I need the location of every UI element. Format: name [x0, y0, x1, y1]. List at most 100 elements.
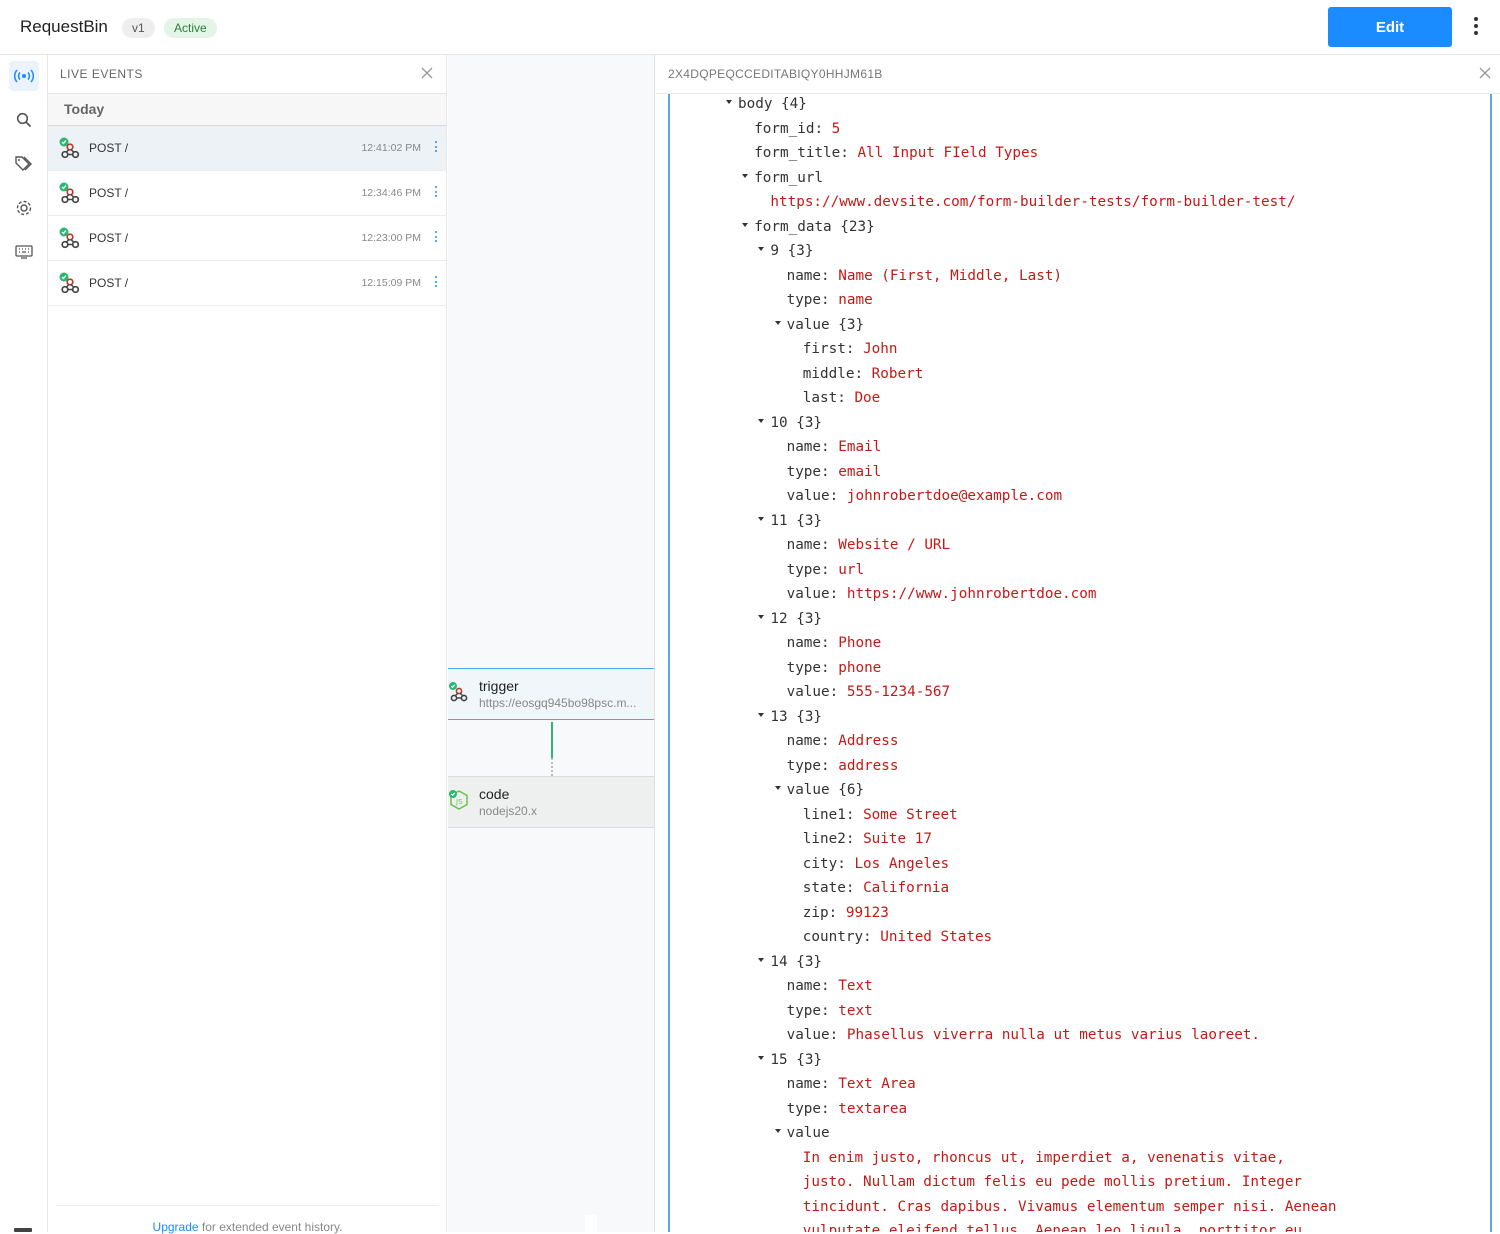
json-value: name	[838, 292, 873, 308]
json-line: last: Doe	[803, 386, 880, 410]
more-options-icon[interactable]	[1466, 14, 1486, 40]
more-options-icon[interactable]	[434, 141, 438, 155]
json-key: middle:	[802, 365, 872, 382]
node-connector	[551, 722, 553, 758]
tags-icon[interactable]	[9, 149, 39, 179]
json-node-toggle[interactable]: 9 {3}	[758, 239, 813, 263]
code-runtime: nodejs20.x	[479, 804, 538, 818]
json-key: name:	[786, 635, 839, 651]
event-row[interactable]: POST / 12:23:00 PM	[48, 216, 446, 261]
trigger-node[interactable]: trigger https://eosgq945bo98psc.m...	[448, 668, 654, 720]
detail-header: 2X4DQPEQCCEDITABIQY0HHJM61B	[656, 55, 1500, 94]
json-line: form_title: All Input FIeld Types	[754, 141, 1038, 165]
more-options-icon[interactable]	[434, 276, 438, 290]
caret-down-icon[interactable]	[726, 100, 732, 104]
caret-down-icon[interactable]	[758, 247, 765, 251]
json-value: California	[863, 880, 950, 896]
json-value: United States	[880, 929, 993, 945]
json-node-toggle[interactable]: 11 {3}	[758, 509, 822, 533]
json-value: Robert	[871, 365, 924, 382]
json-line: type: url	[787, 558, 864, 582]
webhook-icon	[448, 681, 470, 703]
more-options-icon[interactable]	[434, 186, 438, 200]
json-key: name:	[786, 1076, 839, 1092]
event-label: POST /	[89, 141, 129, 155]
json-key: name:	[786, 267, 839, 284]
json-node-toggle[interactable]: 13 {3}	[758, 705, 822, 729]
caret-down-icon[interactable]	[758, 516, 765, 521]
event-row[interactable]: POST / 12:41:02 PM	[48, 126, 446, 171]
json-line: name: Email	[787, 435, 882, 459]
search-icon[interactable]	[9, 105, 39, 135]
event-row[interactable]: POST / 12:34:46 PM	[48, 171, 446, 216]
keyboard-icon[interactable]	[9, 237, 39, 267]
json-line: type: text	[787, 999, 873, 1023]
json-key: zip:	[802, 904, 846, 921]
json-key: type:	[786, 463, 839, 480]
caret-down-icon[interactable]	[758, 712, 765, 717]
json-line: value: https://www.johnrobertdoe.com	[787, 582, 1097, 606]
json-line: name: Phone	[787, 631, 882, 655]
json-key: name:	[786, 733, 839, 749]
webhook-icon	[58, 226, 82, 250]
json-value: tincidunt. Cras dapibus. Vivamus element…	[802, 1198, 1337, 1215]
json-value: url	[838, 561, 865, 578]
event-label: POST /	[89, 186, 129, 200]
json-node-toggle[interactable]: value {3}	[774, 313, 864, 337]
json-key: last:	[802, 390, 855, 406]
json-node-toggle[interactable]: form_data {23}	[742, 215, 875, 239]
event-row[interactable]: POST / 12:15:09 PM	[48, 261, 446, 306]
workflow-canvas[interactable]: trigger https://eosgq945bo98psc.m... JS …	[448, 55, 655, 1232]
events-footer: Upgrade for extended event history.	[56, 1205, 439, 1234]
json-line: type: address	[787, 754, 899, 778]
more-options-icon[interactable]	[434, 231, 438, 245]
json-value: https://www.devsite.com/form-builder-tes…	[770, 194, 1296, 210]
json-node-toggle[interactable]: 10 {3}	[758, 411, 822, 435]
json-node-toggle[interactable]: form_url	[742, 166, 823, 190]
event-time: 12:41:02 PM	[361, 142, 421, 154]
caret-down-icon[interactable]	[758, 418, 765, 423]
json-value: All Input FIeld Types	[857, 145, 1039, 161]
json-key: 10 {3}	[770, 414, 823, 431]
code-node[interactable]: JS code nodejs20.x	[448, 776, 654, 828]
json-node-toggle[interactable]: 15 {3}	[758, 1048, 822, 1072]
json-value: johnrobertdoe@example.com	[846, 488, 1063, 504]
json-key: type:	[786, 1002, 839, 1019]
close-icon[interactable]	[420, 66, 434, 80]
json-key: country:	[802, 929, 881, 945]
json-key: 9 {3}	[770, 243, 814, 259]
json-value: https://www.johnrobertdoe.com	[846, 586, 1097, 602]
json-key: type:	[786, 659, 839, 676]
caret-down-icon[interactable]	[742, 173, 749, 178]
caret-down-icon[interactable]	[758, 957, 765, 962]
caret-down-icon[interactable]	[774, 786, 781, 790]
settings-icon[interactable]	[9, 193, 39, 223]
live-events-icon[interactable]	[9, 61, 39, 91]
json-viewer[interactable]: body {4} form_id: 5 form_title: All Input …	[668, 94, 1492, 1232]
event-label: POST /	[89, 276, 129, 290]
json-key: 15 {3}	[770, 1051, 823, 1068]
json-line: justo. Nullam dictum felis eu pede molli…	[803, 1170, 1302, 1194]
json-line: value: johnrobertdoe@example.com	[787, 484, 1062, 508]
rail-bottom-handle	[14, 1228, 32, 1232]
caret-down-icon[interactable]	[774, 320, 781, 325]
live-events-panel: LIVE EVENTS Today POST /12:41:02 PM POST …	[48, 55, 447, 1234]
json-node-toggle[interactable]: value {6}	[774, 778, 864, 802]
json-node-toggle[interactable]: value	[774, 1121, 830, 1145]
json-node-toggle[interactable]: 12 {3}	[758, 607, 822, 631]
caret-down-icon[interactable]	[742, 222, 749, 227]
json-key: value:	[786, 684, 847, 700]
json-value: 99123	[845, 904, 889, 921]
caret-down-icon[interactable]	[758, 614, 765, 619]
close-icon[interactable]	[1478, 66, 1492, 80]
json-value: 5	[831, 120, 841, 137]
edit-button[interactable]: Edit	[1328, 7, 1452, 47]
json-value: Suite 17	[863, 831, 932, 847]
caret-down-icon[interactable]	[774, 1129, 781, 1133]
node-connector-dashed	[551, 758, 553, 776]
json-line: type: phone	[787, 656, 882, 680]
caret-down-icon[interactable]	[758, 1055, 765, 1060]
json-key: value	[786, 1125, 830, 1141]
json-node-toggle[interactable]: body {4}	[726, 94, 807, 116]
json-node-toggle[interactable]: 14 {3}	[758, 950, 822, 974]
